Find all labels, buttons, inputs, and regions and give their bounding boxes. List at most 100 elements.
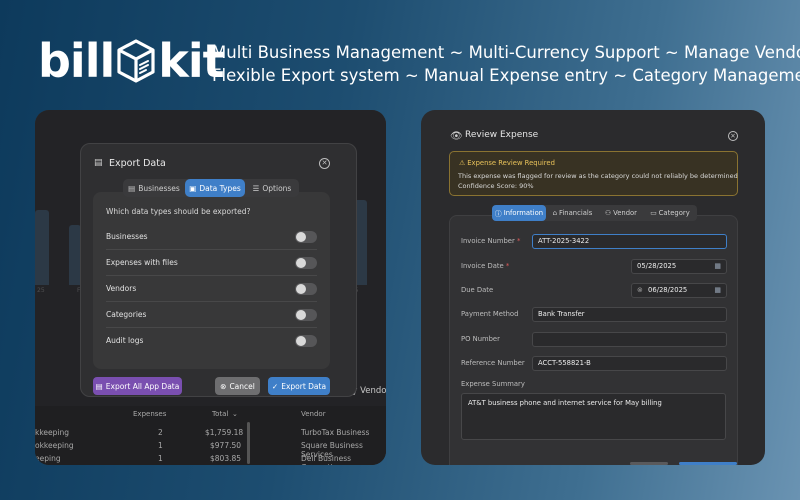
- button-label: Cancel: [229, 381, 255, 391]
- option-row-expenses: Expenses with files: [106, 250, 317, 276]
- archive-icon: ▤: [94, 158, 103, 168]
- warning-icon: ⚠: [459, 159, 466, 167]
- cube-logo-icon: [117, 39, 155, 83]
- export-data-button[interactable]: ✓ Export Data: [268, 377, 330, 395]
- button-label: Export All App Data: [105, 381, 180, 391]
- check-circle-icon: ✓: [271, 381, 279, 391]
- review-expense-panel: 👁 Review Expense ✕ ⚠ Expense Review Requ…: [421, 110, 765, 465]
- payment-method-input[interactable]: Bank Transfer: [532, 307, 727, 322]
- option-row-categories: Categories: [106, 302, 317, 328]
- warning-title: ⚠ Expense Review Required: [459, 159, 555, 167]
- clear-icon[interactable]: ⊗: [637, 286, 643, 294]
- table-header-vendor: Vendor: [301, 410, 326, 418]
- required-marker: *: [516, 237, 521, 245]
- modal-title: Review Expense: [465, 130, 539, 140]
- close-icon[interactable]: ✕: [728, 131, 738, 141]
- footer-button-hint: [679, 462, 737, 465]
- modal-title: Export Data: [109, 158, 166, 169]
- logo-text-left: bill: [38, 34, 115, 88]
- label-text: Invoice Date: [461, 262, 504, 270]
- tab-label: Vendor: [613, 209, 637, 217]
- audit-logs-toggle[interactable]: [295, 335, 317, 347]
- folder-icon: ▭: [650, 209, 657, 217]
- tab-category[interactable]: ▭ Category: [643, 205, 697, 221]
- eye-icon: 👁: [450, 131, 463, 142]
- row-expenses: 1: [158, 441, 163, 450]
- review-warning-banner: ⚠ Expense Review Required This expense w…: [449, 151, 738, 196]
- row-business: eeping: [35, 454, 61, 463]
- label-text: Invoice Number: [461, 237, 515, 245]
- table-row[interactable]: eeping 1 $803.85 Dell Business Computing: [35, 452, 386, 465]
- invoice-date-input[interactable]: 05/28/2025 ▦: [631, 259, 727, 274]
- billkit-logo: bill kit: [38, 34, 225, 88]
- row-business: okkeeping: [35, 441, 74, 450]
- tab-label: Category: [658, 209, 690, 217]
- invoice-number-input[interactable]: ATT-2025-3422: [532, 234, 727, 249]
- po-number-label: PO Number: [461, 335, 500, 343]
- data-types-panel: Which data types should be exported? Bus…: [93, 192, 330, 369]
- reference-number-input[interactable]: ACCT-558821-B: [532, 356, 727, 371]
- taglines: Multi Business Management ~ Multi-Curren…: [212, 41, 800, 87]
- export-tabs: ▤ Businesses ▣ Data Types ☰ Options: [123, 179, 299, 197]
- option-label: Vendors: [106, 284, 137, 293]
- warning-message: This expense was flagged for review as t…: [458, 172, 738, 180]
- row-business: kkeeping: [35, 428, 70, 437]
- option-label: Audit logs: [106, 336, 144, 345]
- footer-button-hint: [630, 462, 668, 465]
- tab-data-types[interactable]: ▣ Data Types: [185, 179, 245, 197]
- expense-form-card: ⓘ Information ⌂ Financials ⚇ Vendor ▭ Ca…: [449, 205, 738, 465]
- businesses-toggle[interactable]: [295, 231, 317, 243]
- export-screenshot-panel: 25 F 2025 by Vendor Expenses Total ⌄ Ven…: [35, 110, 386, 465]
- clipboard-icon: ▣: [189, 183, 197, 193]
- row-total: $977.50: [210, 441, 242, 450]
- categories-toggle[interactable]: [295, 309, 317, 321]
- export-question: Which data types should be exported?: [106, 207, 251, 216]
- reference-number-label: Reference Number: [461, 359, 525, 367]
- bank-icon: ⌂: [552, 209, 557, 217]
- expenses-toggle[interactable]: [295, 257, 317, 269]
- due-date-input[interactable]: ⊗ 06/28/2025 ▦: [631, 283, 727, 298]
- required-marker: *: [505, 262, 510, 270]
- export-all-button[interactable]: ▤ Export All App Data: [93, 377, 182, 395]
- row-expenses: 1: [158, 454, 163, 463]
- tab-label: Information: [503, 209, 544, 217]
- row-vendor: TurboTax Business: [301, 428, 370, 437]
- tab-options[interactable]: ☰ Options: [245, 179, 299, 197]
- sort-icon[interactable]: ⌄: [232, 410, 238, 418]
- option-label: Businesses: [106, 232, 148, 241]
- calendar-icon[interactable]: ▦: [714, 260, 721, 273]
- people-icon: ⚇: [605, 209, 612, 217]
- tab-businesses[interactable]: ▤ Businesses: [123, 179, 185, 197]
- row-vendor: Dell Business Computing: [301, 454, 352, 465]
- table-header-total[interactable]: Total: [212, 410, 228, 418]
- cancel-button[interactable]: ⊗ Cancel: [215, 377, 260, 395]
- expense-summary-label: Expense Summary: [461, 380, 525, 388]
- table-header-expenses: Expenses: [133, 410, 167, 418]
- vendors-toggle[interactable]: [295, 283, 317, 295]
- tab-label: Businesses: [138, 183, 180, 193]
- date-value: 05/28/2025: [637, 262, 677, 270]
- tab-label: Options: [262, 183, 292, 193]
- export-data-modal: ▤ Export Data ✕ Which data types should …: [80, 143, 357, 397]
- cancel-icon: ⊗: [220, 381, 227, 391]
- tagline-features-1: Multi Business Management ~ Multi-Curren…: [212, 43, 800, 62]
- expense-summary-textarea[interactable]: AT&T business phone and internet service…: [461, 393, 726, 440]
- option-row-businesses: Businesses: [106, 224, 317, 250]
- table-row[interactable]: okkeeping 1 $977.50 Square Business Serv…: [35, 439, 386, 459]
- tab-financials[interactable]: ⌂ Financials: [546, 205, 599, 221]
- document-icon: ▤: [128, 183, 136, 193]
- table-row[interactable]: kkeeping 2 $1,759.18 TurboTax Business: [35, 426, 386, 440]
- po-number-input[interactable]: [532, 332, 727, 347]
- date-value: 06/28/2025: [648, 286, 688, 294]
- option-label: Expenses with files: [106, 258, 178, 267]
- tab-label: Financials: [559, 209, 593, 217]
- row-total: $803.85: [210, 454, 242, 463]
- warning-title-text: Expense Review Required: [467, 159, 555, 167]
- invoice-number-label: Invoice Number *: [461, 237, 520, 245]
- calendar-icon[interactable]: ▦: [714, 284, 721, 297]
- close-icon[interactable]: ✕: [319, 158, 330, 169]
- option-row-vendors: Vendors: [106, 276, 317, 302]
- tab-information[interactable]: ⓘ Information: [492, 205, 546, 221]
- due-date-label: Due Date: [461, 286, 494, 294]
- tab-vendor[interactable]: ⚇ Vendor: [599, 205, 643, 221]
